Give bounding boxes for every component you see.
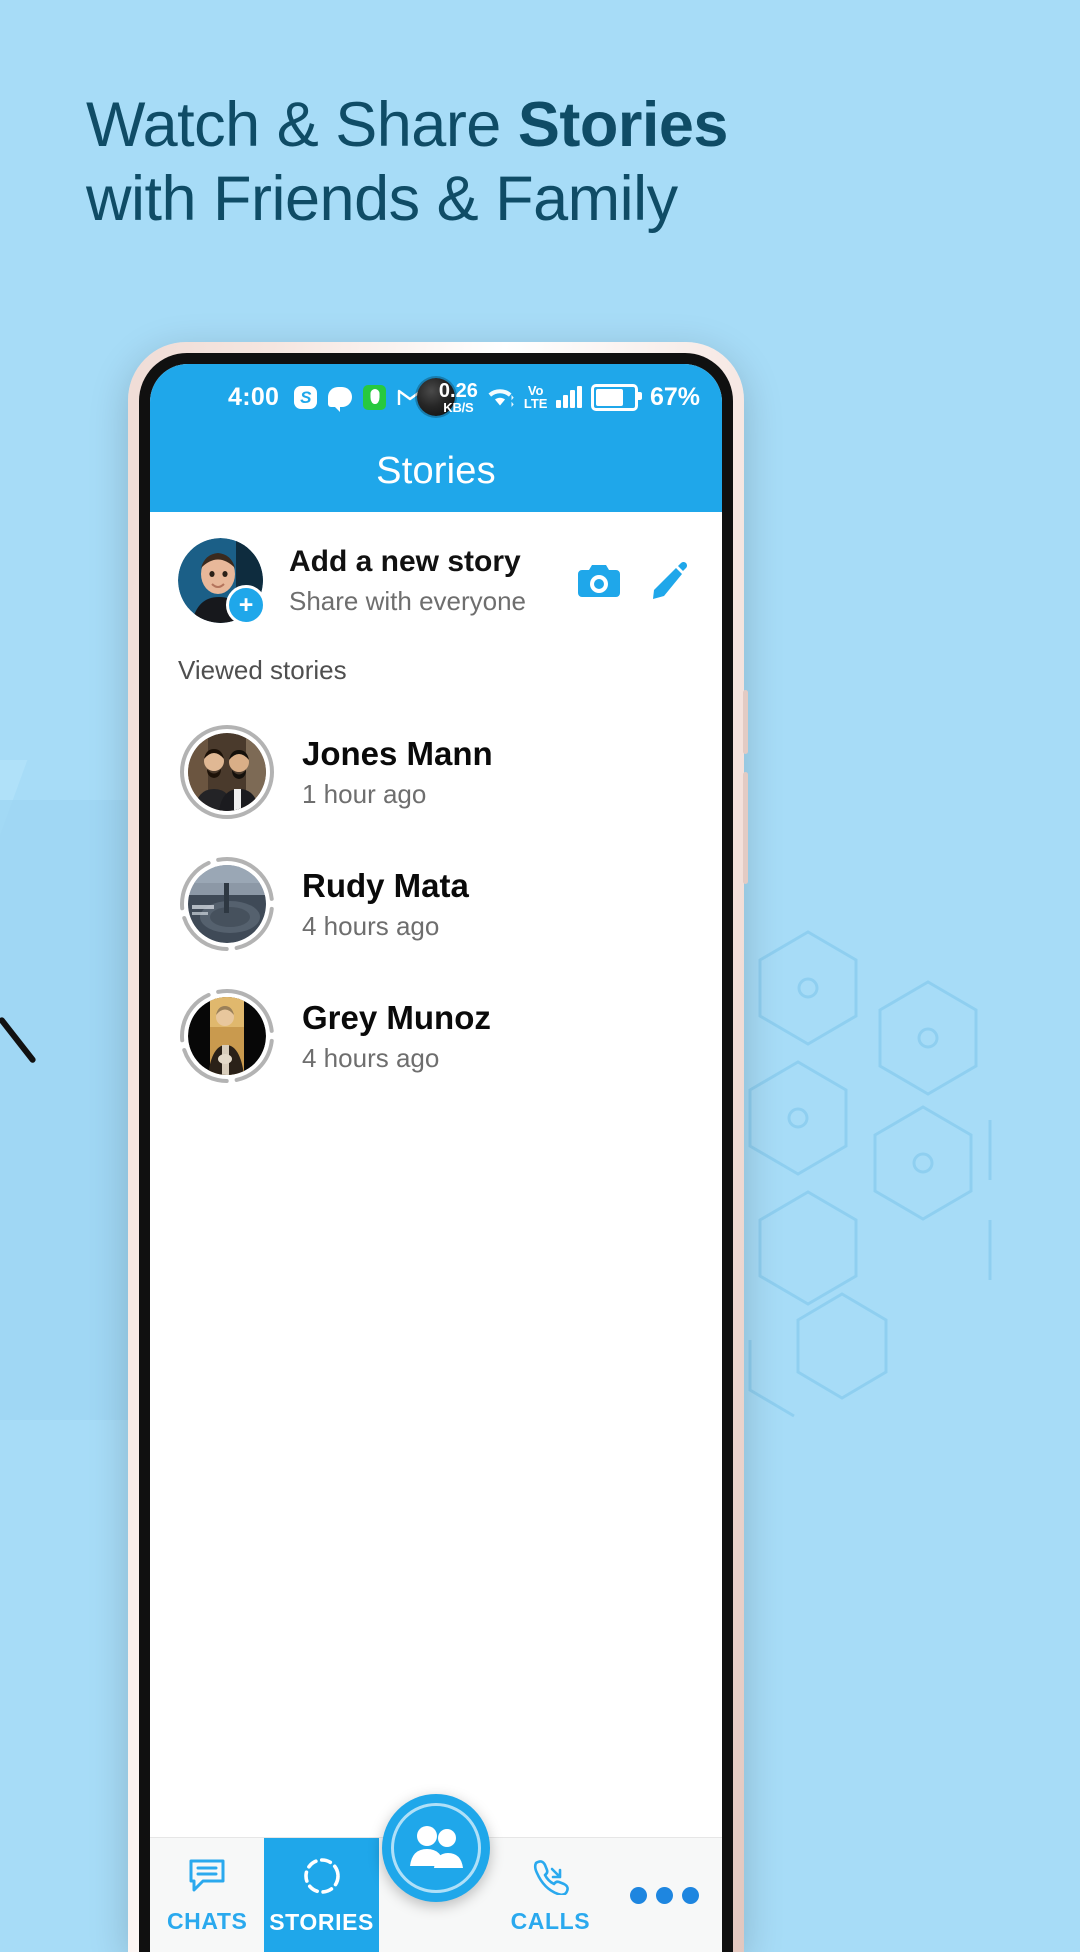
nav-item-more[interactable] (608, 1838, 722, 1952)
story-name: Rudy Mata (302, 866, 469, 904)
avatar[interactable]: + (178, 538, 266, 625)
story-info: Rudy Mata 4 hours ago (302, 866, 469, 943)
nav-item-chats[interactable]: CHATS (150, 1838, 264, 1952)
shield-icon (363, 384, 387, 410)
story-time: 1 hour ago (302, 779, 427, 810)
story-ring-dashed[interactable] (178, 987, 276, 1085)
story-info: Grey Munoz 4 hours ago (302, 998, 491, 1075)
story-circle-icon (302, 1856, 342, 1901)
story-list: Jones Mann 1 hour ago Rudy Mata 4 hours … (150, 692, 722, 1102)
more-dots-icon[interactable] (630, 1838, 700, 1952)
story-ring-dashed[interactable] (178, 855, 276, 953)
headline-line-2: with Friends & Family (86, 164, 678, 235)
battery-percent: 67% (649, 382, 700, 411)
add-story-subtitle: Share with everyone (289, 585, 527, 616)
nav-label-calls: CALLS (510, 1907, 591, 1934)
data-rate-indicator: 0.26 KB/S (439, 381, 478, 414)
list-item[interactable]: Jones Mann 1 hour ago (150, 706, 722, 838)
page-title: Stories (376, 449, 496, 492)
add-story-title: Add a new story (289, 545, 521, 579)
list-item[interactable]: Rudy Mata 4 hours ago (150, 838, 722, 970)
story-time: 4 hours ago (302, 1043, 440, 1074)
data-rate-value: 0.26 (438, 379, 478, 402)
nav-label-chats: CHATS (166, 1907, 248, 1934)
nav-item-calls[interactable]: CALLS (493, 1838, 607, 1952)
skype-icon: S (294, 385, 318, 409)
wifi-icon (487, 386, 515, 408)
status-time: 4:00 (228, 382, 280, 411)
nav-label-stories: STORIES (269, 1908, 374, 1935)
phone-mockup: 4:00 S 0.26 KB/S Vo LTE 67% Stories + Ad… (128, 342, 748, 1952)
phone-power-button (743, 690, 748, 754)
camera-icon[interactable] (578, 563, 620, 599)
story-time: 4 hours ago (302, 911, 440, 942)
battery-icon (590, 383, 642, 411)
status-bar-right: 0.26 KB/S Vo LTE 67% (439, 381, 700, 414)
phone-screen: 4:00 S 0.26 KB/S Vo LTE 67% Stories + Ad… (150, 364, 722, 1952)
headline-line-1: Watch & Share Stories (86, 88, 986, 162)
volte-line-2: LTE (523, 396, 548, 411)
story-info: Jones Mann 1 hour ago (302, 734, 493, 811)
phone-volume-button (743, 772, 748, 884)
add-story-text: Add a new story Share with everyone (289, 544, 578, 617)
hexagon-pattern-decoration (690, 920, 1080, 1480)
story-name: Grey Munoz (302, 998, 491, 1036)
nav-item-stories[interactable]: STORIES (264, 1838, 379, 1952)
headline-line-1-bold: Stories (517, 90, 729, 160)
story-thumbnail (188, 997, 266, 1075)
signal-bars-icon (556, 386, 582, 408)
volte-icon: Vo LTE (524, 384, 548, 410)
add-story-actions (578, 561, 694, 600)
list-item[interactable]: Grey Munoz 4 hours ago (150, 970, 722, 1102)
story-thumbnail (188, 733, 266, 811)
viewed-stories-label: Viewed stories (150, 645, 722, 692)
chat-box-icon (187, 1857, 227, 1900)
fab-ring (391, 1803, 481, 1893)
data-rate-unit: KB/S (443, 399, 474, 415)
contacts-fab-button[interactable] (382, 1794, 490, 1902)
pencil-icon[interactable] (650, 561, 688, 600)
story-thumbnail (188, 865, 266, 943)
story-ring-solid[interactable] (178, 723, 276, 821)
bottom-navigation: CHATS STORIES CALLS (150, 1794, 722, 1952)
chat-bubble-icon (328, 387, 353, 412)
app-bar: Stories (150, 430, 722, 512)
status-bar: 4:00 S 0.26 KB/S Vo LTE 67% (150, 364, 722, 430)
story-name: Jones Mann (302, 734, 493, 772)
add-plus-badge[interactable]: + (226, 585, 266, 625)
add-story-row[interactable]: + Add a new story Share with everyone (150, 512, 722, 645)
promo-headline: Watch & Share Stories with Friends & Fam… (86, 88, 986, 237)
phone-bezel: 4:00 S 0.26 KB/S Vo LTE 67% Stories + Ad… (139, 353, 733, 1952)
phone-call-icon (530, 1857, 570, 1900)
status-bar-left: 4:00 S (228, 383, 423, 412)
headline-line-1-plain: Watch & Share (86, 90, 518, 160)
